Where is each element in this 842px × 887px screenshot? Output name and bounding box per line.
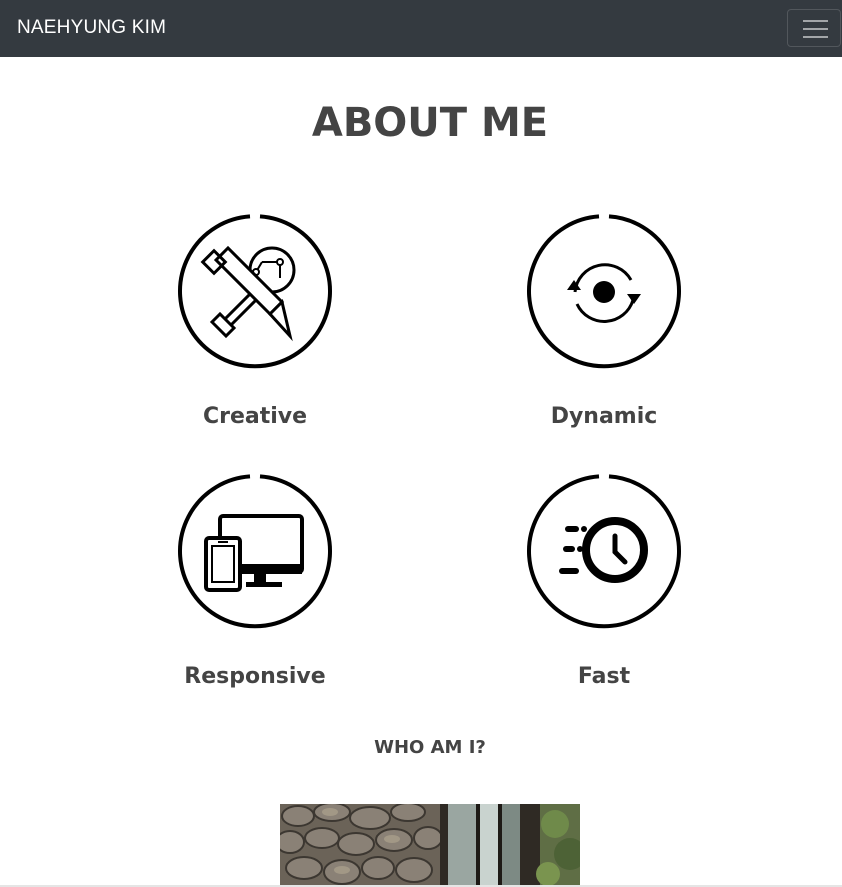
devices-icon xyxy=(176,472,334,630)
who-am-i-heading: WHO AM I? xyxy=(374,737,486,758)
menu-toggle-button[interactable] xyxy=(787,9,841,47)
navbar: NAEHYUNG KIM xyxy=(0,0,842,57)
refresh-cycle-icon xyxy=(525,212,683,370)
feature-fast: Fast xyxy=(504,472,704,689)
fast-clock-icon xyxy=(525,472,683,630)
profile-photo xyxy=(280,804,580,887)
feature-responsive: Responsive xyxy=(155,472,355,689)
feature-creative: Creative xyxy=(155,212,355,429)
hamburger-icon xyxy=(803,20,828,22)
pencil-lightbulb-icon xyxy=(176,212,334,370)
feature-label-dynamic: Dynamic xyxy=(550,404,658,429)
feature-label-creative: Creative xyxy=(202,404,308,429)
navbar-brand[interactable]: NAEHYUNG KIM xyxy=(17,17,166,39)
feature-dynamic: Dynamic xyxy=(504,212,704,429)
page-title: ABOUT ME xyxy=(311,100,549,146)
feature-label-responsive: Responsive xyxy=(184,664,326,689)
feature-label-fast: Fast xyxy=(577,664,631,689)
